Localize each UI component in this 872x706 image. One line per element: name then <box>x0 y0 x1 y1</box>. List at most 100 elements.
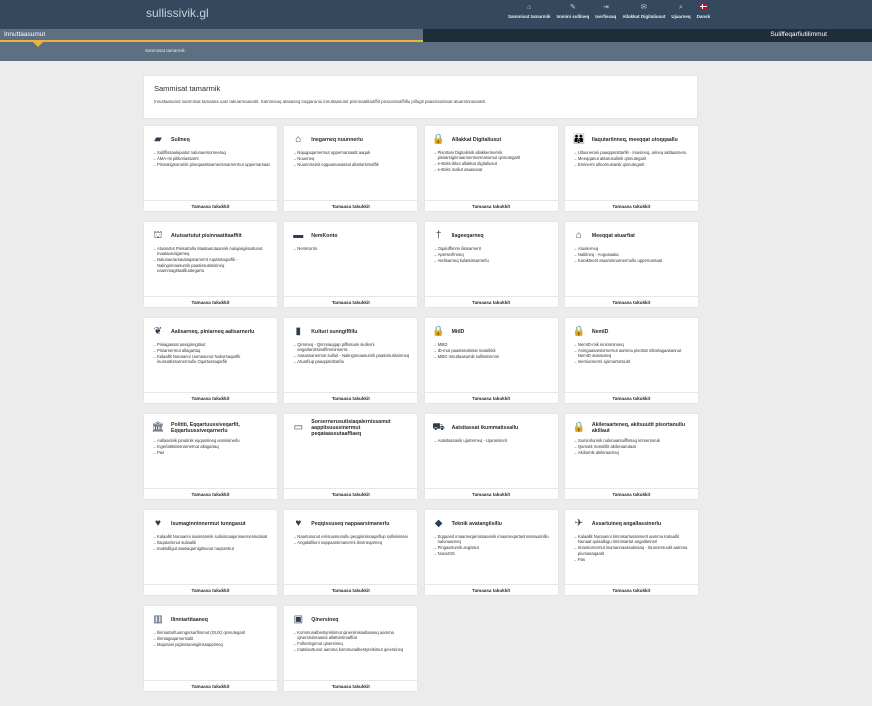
card-link[interactable]: Kommunalbestyrelsimut qinersinissallaane… <box>292 630 410 641</box>
card-header[interactable]: ▮ Kulturi sunngiffillu <box>284 318 417 340</box>
card-title[interactable]: Isumaginninnermut tunngasut <box>171 521 246 527</box>
breadcrumb[interactable]: Sammisat tamarmik <box>145 48 185 53</box>
card-link[interactable]: e-Boks maliut atuasavat <box>433 167 551 173</box>
card-link[interactable]: Ilinniagaqarnersiutit <box>152 636 270 642</box>
see-all-button[interactable]: Tamaasa takukkit <box>144 488 277 499</box>
card-title[interactable]: Assartuineq angallassinerlu <box>592 521 661 527</box>
card-header[interactable]: ⛫ Atuisartutut pisinnaatitaaffiit <box>144 222 277 244</box>
card-header[interactable]: 🔒 Allakkat Digitaliusut <box>425 126 558 148</box>
card-link[interactable]: Najugaqarnermut uppernarsaatit aaquk <box>292 150 410 156</box>
card-title[interactable]: Allakkat Digitaliusut <box>452 137 502 143</box>
card-link[interactable]: NemID-mik innimminneq <box>573 342 691 348</box>
card-link[interactable]: Atualerneq <box>573 246 691 252</box>
see-all-button[interactable]: Tamaasa takukkit <box>424 392 558 403</box>
see-all-button[interactable]: Tamaasa takukkit <box>144 392 277 403</box>
card-link[interactable]: Meeqqanut aktarusulinik qinnutegarit <box>573 156 691 162</box>
card-link[interactable]: Atuisartut Pisisartullu Maalaarutaannik … <box>152 246 270 257</box>
site-logo[interactable]: sullissivik.gl <box>146 6 209 20</box>
see-all-button[interactable]: Tamaasa takukkit <box>564 200 698 211</box>
card-header[interactable]: 🔒 MitID <box>425 318 558 340</box>
card-header[interactable]: ◆ Teknik avatangiisillu <box>425 510 558 532</box>
card-link[interactable]: Piniagassat aasiginngitsut <box>152 342 270 348</box>
card-link[interactable]: NemKonto <box>292 246 410 252</box>
card-title[interactable]: Meeqqat atuarfiat <box>592 233 635 239</box>
card-header[interactable]: 🔒 NemID <box>565 318 698 340</box>
see-all-button[interactable]: Tamaasa takukkit <box>284 488 418 499</box>
see-all-button[interactable]: Tamaasa takukkit <box>284 584 418 595</box>
card-link[interactable]: Majoriani pigimisaningiinssappimeq <box>152 642 270 648</box>
card-link[interactable]: Kalaallit Nunaanni timmisartussamerit aa… <box>573 534 691 545</box>
card-link[interactable]: Imarsiornernut isumannaassutissaq - Siun… <box>573 545 691 556</box>
card-link[interactable]: e-Boks-ikkut allakkat digitaliusut <box>433 161 551 167</box>
top-nav-item[interactable]: ⇥ Iserfissaq <box>595 3 616 19</box>
card-title[interactable]: Sulineq <box>171 137 190 143</box>
card-link[interactable]: Piniarnermut allagartaq <box>152 348 270 354</box>
card-link[interactable]: MitID <box>433 342 551 348</box>
see-all-button[interactable]: Tamaasa takukkit <box>144 200 277 211</box>
card-link[interactable]: Ilinniartarfuunngorsarfimmut (GUX) qinnu… <box>152 630 270 636</box>
top-nav-item[interactable]: ⌂ Sammisat tamarmik <box>508 3 551 19</box>
card-link[interactable]: Naluna­erarsautiaqaramernt Aqutsisoqarfi… <box>152 257 270 273</box>
card-title[interactable]: Inegarneq nuunnerlu <box>311 137 363 143</box>
top-nav-item[interactable]: ✎ Immini sullineq <box>557 3 590 19</box>
card-title[interactable]: Aalisarneq, piniarneq aalisarnerlu <box>171 329 254 335</box>
card-header[interactable]: ❦ Aalisarneq, piniarneq aalisarnerlu <box>144 318 277 340</box>
tab-business[interactable]: Suliffeqarfiutilimmut <box>423 29 872 42</box>
card-link[interactable]: Pisortani Digitalimik allakkerm­ernik pi… <box>433 150 551 161</box>
card-link[interactable]: Angalalliluni nappaarsimanermi ikiorneqa… <box>292 540 410 546</box>
card-link[interactable]: Inatsidligut atasiaqarnigitsunut naqsers… <box>152 546 270 552</box>
card-link[interactable]: Iserniarnermi ajornartorsiutit <box>573 359 691 365</box>
card-link[interactable]: Nuunneq <box>292 156 410 162</box>
card-link[interactable]: Kalaallit Nunaanni siusissamik sulisinna… <box>152 534 270 540</box>
card-link[interactable]: Qimmeq - Qimmiaqqap piffissami siullerni… <box>292 342 410 353</box>
top-nav-item[interactable]: ⌕ Ujaarneq <box>671 3 690 19</box>
tab-citizen[interactable]: Innuttaasumut <box>0 29 423 42</box>
card-title[interactable]: Peqqissuseq nappaarsimanerlu <box>311 521 389 527</box>
card-header[interactable]: ▭ Sorsernerusutisiaqalernissamut aappiisu… <box>284 414 417 437</box>
card-title[interactable]: MitID <box>452 329 465 335</box>
card-link[interactable]: Atelisarneq kulatsissarnerlu <box>433 258 551 264</box>
card-link[interactable]: Aningaasarsiornernut aamma pisortat nitt… <box>573 348 691 359</box>
card-link[interactable]: Natilineq - Angusaaka <box>573 252 691 258</box>
see-all-button[interactable]: Tamaasa takukkit <box>284 296 418 307</box>
card-title[interactable]: Atuisartutut pisinnaatitaaffiit <box>171 233 242 239</box>
card-link[interactable]: Kalaallit Nunaanni Uumasunut Nakorsaqarf… <box>152 354 270 365</box>
see-all-button[interactable]: Tamaasa takukkit <box>144 584 277 595</box>
card-link[interactable]: Pas <box>152 450 270 456</box>
card-header[interactable]: ♥ Peqqissuseq nappaarsimanerlu <box>284 510 417 532</box>
card-link[interactable]: Suliffissaalejaatut naluna­ersornee­raq <box>152 150 270 156</box>
card-title[interactable]: Polititi, Eqqartuussiveqarfit, Eqqartuus… <box>171 422 270 434</box>
card-link[interactable]: Sumiorlunnik nalunaarsuiffissaq immersor… <box>573 438 691 444</box>
card-link[interactable]: Karakteerit atuarsinnarnermullu uppernar… <box>573 258 691 264</box>
card-title[interactable]: Sorsernerusutisiaqalernissamut aappiisuu… <box>311 419 410 437</box>
card-link[interactable]: Pisinatigisorumik pineqaatissarnerisma­r… <box>152 162 270 168</box>
card-header[interactable]: 🔒 Akileraarteneq, akitsuutit pisortanullu… <box>565 414 698 436</box>
card-header[interactable]: ✈ Assartuineq angallassinerlu <box>565 510 698 532</box>
card-title[interactable]: NemKonto <box>311 233 337 239</box>
card-header[interactable]: 👪 Ilaqutariinneq, meeqqat utoqqaallu <box>565 126 698 148</box>
card-header[interactable]: † Ilageeqarneq <box>425 222 558 244</box>
card-link[interactable]: Aperserfinneq <box>433 252 551 258</box>
card-link[interactable]: Naartusunut errisuussunullu peqqinnissaq… <box>292 534 410 540</box>
see-all-button[interactable]: Tamaasa takukkit <box>144 680 277 691</box>
card-link[interactable]: Oqaluffimmi ilisisarnerit <box>433 246 551 252</box>
card-link[interactable]: Eqqaanit imaarneqarnissaannik imaarneqar… <box>433 534 551 545</box>
see-all-button[interactable]: Tamaasa takukkit <box>564 488 698 499</box>
card-link[interactable]: Pingaartumik angissut <box>433 545 551 551</box>
card-link[interactable]: Aatsitassanik ujarterneq - Ujarassiorit <box>433 438 551 444</box>
card-link[interactable]: Ilaqutarinnut suliaalik <box>152 540 270 546</box>
card-title[interactable]: NemID <box>592 329 608 335</box>
card-header[interactable]: ▥ Ilinniartitaaneq <box>144 606 277 628</box>
card-link[interactable]: Nuunnissinit eqqaamasassat allattorsimaf… <box>292 162 410 168</box>
card-link[interactable]: MitID Innuttaasumik sullissivimmi <box>433 354 551 360</box>
card-link[interactable]: Inatsisartunut aamma kommunalbestyrelsim… <box>292 647 410 653</box>
see-all-button[interactable]: Tamaasa takukkit <box>564 392 698 403</box>
card-header[interactable]: ▬ NemKonto <box>284 222 417 244</box>
card-title[interactable]: Qinersineq <box>311 617 338 623</box>
see-all-button[interactable]: Tamaasa takukkit <box>284 392 418 403</box>
card-header[interactable]: ♥ Isumaginninnermut tunngasut <box>144 510 277 532</box>
top-nav-item[interactable]: Dansk <box>697 3 710 19</box>
see-all-button[interactable]: Tamaasa takukkit <box>564 296 698 307</box>
card-header[interactable]: 🏛 Polititi, Eqqartuussiveqarfit, Eqqartuu… <box>144 414 277 436</box>
card-title[interactable]: Ilageeqarneq <box>452 233 484 239</box>
